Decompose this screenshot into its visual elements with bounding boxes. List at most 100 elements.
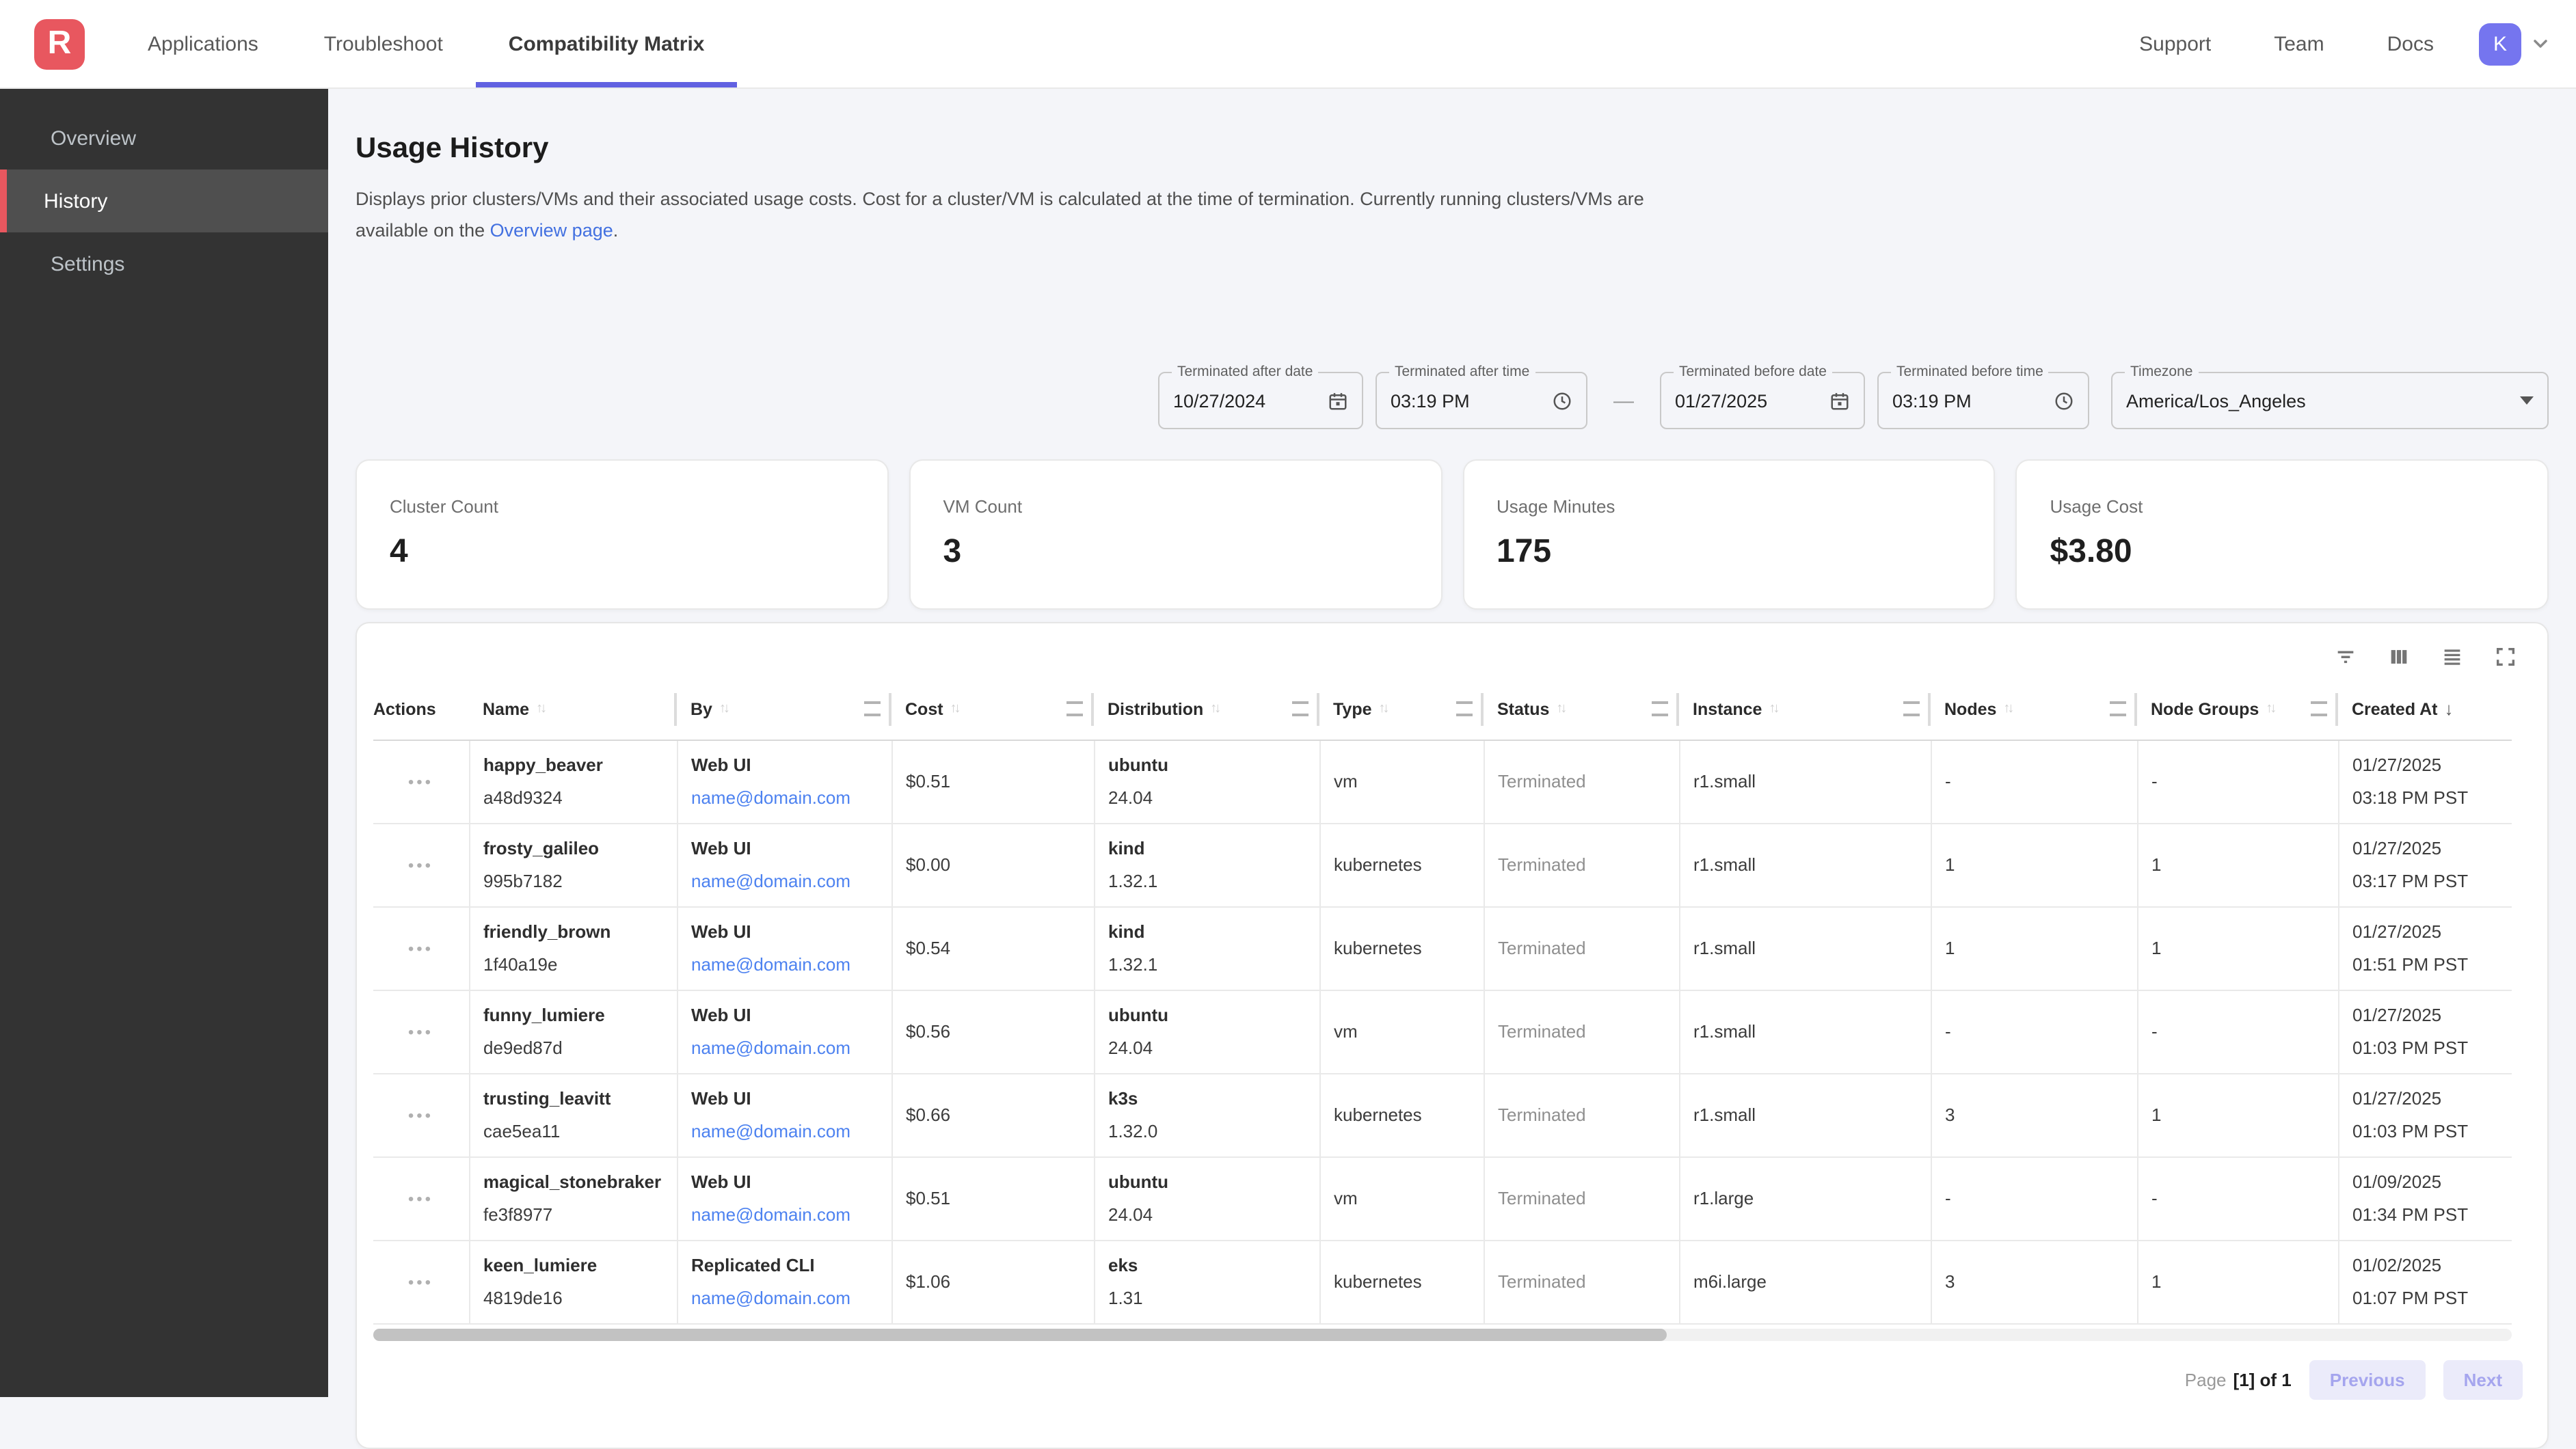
cell-by: Replicated CLIname@domain.com — [677, 1240, 891, 1323]
column-header-distribution[interactable]: Distribution↑↓ — [1094, 679, 1319, 740]
terminated-after-time-field[interactable]: Terminated after time 03:19 PM — [1376, 372, 1587, 429]
stat-value: $3.80 — [2050, 533, 2548, 571]
replicated-logo[interactable]: R — [34, 18, 85, 69]
column-menu-icon[interactable] — [1066, 702, 1083, 717]
column-header-label: Name — [483, 700, 529, 719]
distribution-version: 24.04 — [1108, 1204, 1319, 1225]
row-actions-button[interactable]: ••• — [373, 1272, 468, 1291]
cell-distribution: ubuntu24.04 — [1094, 740, 1319, 823]
column-menu-icon[interactable] — [1652, 702, 1668, 717]
sort-icon[interactable]: ↑↓ — [2266, 702, 2274, 717]
timezone-select[interactable]: Timezone America/Los_Angeles — [2111, 372, 2549, 429]
distribution-version: 1.32.0 — [1108, 1121, 1319, 1141]
row-actions-button[interactable]: ••• — [373, 1022, 468, 1041]
nav-item-docs[interactable]: Docs — [2356, 32, 2465, 55]
sort-icon[interactable]: ↑↓ — [1769, 702, 1777, 717]
clock-icon[interactable] — [2054, 390, 2074, 411]
page-title: Usage History — [355, 133, 2576, 165]
by-email-link[interactable]: name@domain.com — [691, 787, 891, 808]
column-header-nodes[interactable]: Nodes↑↓ — [1931, 679, 2137, 740]
sort-icon[interactable]: ↑↓ — [719, 702, 727, 717]
column-header-created[interactable]: Created At ↓ — [2338, 679, 2512, 740]
sort-icon[interactable]: ↑↓ — [1556, 702, 1564, 717]
nav-item-team[interactable]: Team — [2242, 32, 2355, 55]
column-header-cost[interactable]: Cost↑↓ — [891, 679, 1094, 740]
cluster-id: cae5ea11 — [483, 1121, 676, 1141]
sort-desc-icon[interactable]: ↓ — [2445, 699, 2454, 720]
column-menu-icon[interactable] — [1292, 702, 1309, 717]
sort-icon[interactable]: ↑↓ — [2003, 702, 2011, 717]
column-header-type[interactable]: Type↑↓ — [1319, 679, 1484, 740]
density-icon[interactable] — [2441, 645, 2464, 668]
row-actions-button[interactable]: ••• — [373, 772, 468, 791]
cell-created: 01/27/202501:51 PM PST — [2338, 906, 2512, 990]
column-header-label: Created At — [2352, 700, 2438, 719]
column-menu-icon[interactable] — [2110, 702, 2126, 717]
column-menu-icon[interactable] — [1903, 702, 1920, 717]
sort-icon[interactable]: ↑↓ — [536, 702, 544, 717]
node-groups-value: 1 — [2151, 938, 2337, 958]
cell-cost: $0.66 — [891, 1073, 1094, 1156]
cluster-name: happy_beaver — [483, 755, 676, 775]
column-menu-icon[interactable] — [864, 702, 881, 717]
column-header-status[interactable]: Status↑↓ — [1484, 679, 1679, 740]
row-actions-button[interactable]: ••• — [373, 1189, 468, 1208]
status-value: Terminated — [1498, 1271, 1678, 1292]
column-header-node_groups[interactable]: Node Groups↑↓ — [2137, 679, 2338, 740]
sidebar-item-settings[interactable]: Settings — [0, 232, 328, 295]
overview-page-link[interactable]: Overview page — [490, 220, 613, 241]
cell-by: Web UI name@domain.com — [677, 1073, 891, 1156]
column-header-by[interactable]: By↑↓ — [677, 679, 891, 740]
by-email-link[interactable]: name@domain.com — [691, 1121, 891, 1141]
sort-icon[interactable]: ↑↓ — [1379, 702, 1387, 717]
row-actions-button[interactable]: ••• — [373, 938, 468, 958]
cluster-id: 4819de16 — [483, 1288, 676, 1308]
column-menu-icon[interactable] — [2311, 702, 2327, 717]
cell-cost: $0.51 — [891, 740, 1094, 823]
cell-node_groups: - — [2137, 990, 2338, 1073]
sort-icon[interactable]: ↑↓ — [1210, 702, 1218, 717]
horizontal-scrollbar[interactable] — [373, 1328, 2512, 1340]
by-email-link[interactable]: name@domain.com — [691, 871, 891, 891]
created-by-source: Web UI — [691, 1088, 891, 1109]
column-header-instance[interactable]: Instance↑↓ — [1679, 679, 1931, 740]
nav-item-compatibility-matrix[interactable]: Compatibility Matrix — [476, 0, 738, 87]
row-actions-button[interactable]: ••• — [373, 1105, 468, 1124]
fullscreen-icon[interactable] — [2494, 645, 2517, 668]
column-menu-icon[interactable] — [1456, 702, 1473, 717]
columns-icon[interactable] — [2387, 645, 2411, 668]
clock-icon[interactable] — [1552, 390, 1572, 411]
nodes-value: 1 — [1945, 854, 2136, 875]
row-actions-button[interactable]: ••• — [373, 855, 468, 874]
by-email-link[interactable]: name@domain.com — [691, 1204, 891, 1225]
page-value: [1] of 1 — [2233, 1369, 2292, 1390]
filter-icon[interactable] — [2334, 645, 2357, 668]
cell-type: kubernetes — [1319, 1240, 1484, 1323]
sidebar-item-history[interactable]: History — [0, 170, 328, 232]
distribution-name: kind — [1108, 838, 1319, 858]
terminated-before-date-field[interactable]: Terminated before date 01/27/2025 — [1660, 372, 1865, 429]
chevron-down-icon[interactable] — [2530, 33, 2551, 55]
nav-item-support[interactable]: Support — [2108, 32, 2242, 55]
column-header-name[interactable]: Name ↑↓ — [469, 679, 677, 740]
main-content: Usage History Displays prior clusters/VM… — [328, 87, 2576, 1397]
cell-node_groups: 1 — [2137, 1240, 2338, 1323]
by-email-link[interactable]: name@domain.com — [691, 954, 891, 975]
scrollbar-thumb[interactable] — [373, 1328, 1667, 1340]
stat-value: 4 — [390, 533, 887, 571]
sort-icon[interactable]: ↑↓ — [950, 702, 958, 717]
nav-item-applications[interactable]: Applications — [115, 0, 291, 87]
by-email-link[interactable]: name@domain.com — [691, 1038, 891, 1058]
by-email-link[interactable]: name@domain.com — [691, 1288, 891, 1308]
avatar[interactable]: K — [2479, 23, 2521, 65]
previous-button[interactable]: Previous — [2309, 1359, 2426, 1399]
sidebar-item-overview[interactable]: Overview — [0, 107, 328, 170]
terminated-after-date-field[interactable]: Terminated after date 10/27/2024 — [1158, 372, 1363, 429]
instance-value: r1.large — [1693, 1188, 1930, 1208]
calendar-icon[interactable] — [1328, 390, 1348, 411]
nav-item-troubleshoot[interactable]: Troubleshoot — [291, 0, 476, 87]
terminated-before-time-field[interactable]: Terminated before time 03:19 PM — [1877, 372, 2089, 429]
calendar-icon[interactable] — [1829, 390, 1850, 411]
dropdown-icon[interactable] — [2520, 396, 2534, 405]
next-button[interactable]: Next — [2443, 1359, 2523, 1399]
